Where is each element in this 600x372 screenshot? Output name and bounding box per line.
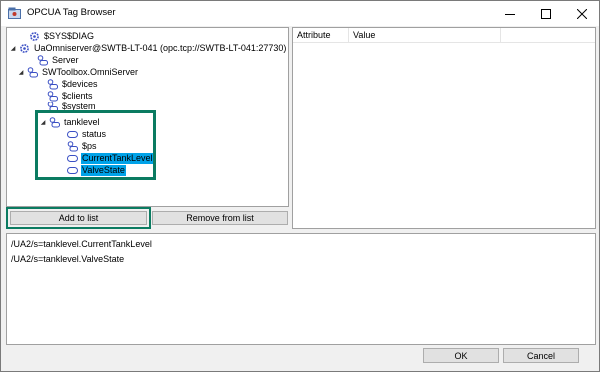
app-icon (8, 7, 21, 19)
gear-icon (30, 31, 39, 41)
close-button[interactable] (565, 1, 599, 26)
list-item[interactable]: /UA2/s=tanklevel.ValveState (11, 254, 124, 264)
tree-node-label: $system (62, 102, 96, 110)
folder-tag-icon (47, 102, 58, 110)
window-title: OPCUA Tag Browser (27, 7, 116, 18)
add-to-list-button[interactable]: Add to list (10, 211, 147, 225)
maximize-button[interactable] (529, 1, 563, 26)
tree-node-server-root[interactable]: ◢ UaOmniserver@SWTB-LT-041 (opc.tcp://SW… (9, 42, 287, 54)
tree-node-sys-diag[interactable]: $SYS$DIAG (19, 30, 95, 42)
attribute-list[interactable]: Attribute Value (292, 27, 596, 229)
tree-node-label: $SYS$DIAG (44, 30, 95, 41)
tree-node-label: $clients (62, 90, 93, 101)
attribute-list-header: Attribute Value (293, 28, 595, 43)
tree-node-system[interactable]: $system (37, 102, 97, 110)
minimize-button[interactable] (493, 1, 527, 26)
column-header-value[interactable]: Value (353, 30, 375, 40)
column-header-attribute[interactable]: Attribute (297, 30, 331, 40)
remove-from-list-button[interactable]: Remove from list (152, 211, 288, 225)
minimize-icon (505, 13, 515, 15)
tree-node-devices[interactable]: $devices (37, 78, 99, 90)
selection-highlight-frame (35, 110, 156, 180)
tree-node-label: Server (52, 54, 79, 65)
tree-node-label: $devices (62, 78, 98, 89)
selected-tags-list[interactable]: /UA2/s=tanklevel.CurrentTankLevel /UA2/s… (6, 233, 596, 345)
title-bar[interactable]: OPCUA Tag Browser (1, 1, 599, 26)
tree-node-label: UaOmniserver@SWTB-LT-041 (opc.tcp://SWTB… (34, 42, 287, 53)
tree-node-omniserver[interactable]: ◢ SWToolbox.OmniServer (17, 66, 139, 78)
folder-tag-icon (27, 66, 38, 77)
cancel-button[interactable]: Cancel (503, 348, 579, 363)
list-item[interactable]: /UA2/s=tanklevel.CurrentTankLevel (11, 239, 152, 249)
tree-node-label: SWToolbox.OmniServer (42, 66, 139, 77)
folder-tag-icon (37, 54, 48, 65)
gear-icon (20, 43, 29, 53)
collapse-arrow-icon[interactable]: ◢ (17, 69, 25, 76)
close-icon (577, 8, 587, 19)
tree-node-clients[interactable]: $clients (37, 90, 94, 102)
folder-tag-icon (47, 78, 58, 89)
dialog-window: OPCUA Tag Browser $SYS$DIAG ◢ UaOmniserv… (0, 0, 600, 372)
tree-node-server[interactable]: Server (27, 54, 80, 66)
ok-button[interactable]: OK (423, 348, 499, 363)
maximize-icon (541, 8, 551, 19)
folder-tag-icon (47, 90, 58, 101)
collapse-arrow-icon[interactable]: ◢ (9, 45, 17, 52)
